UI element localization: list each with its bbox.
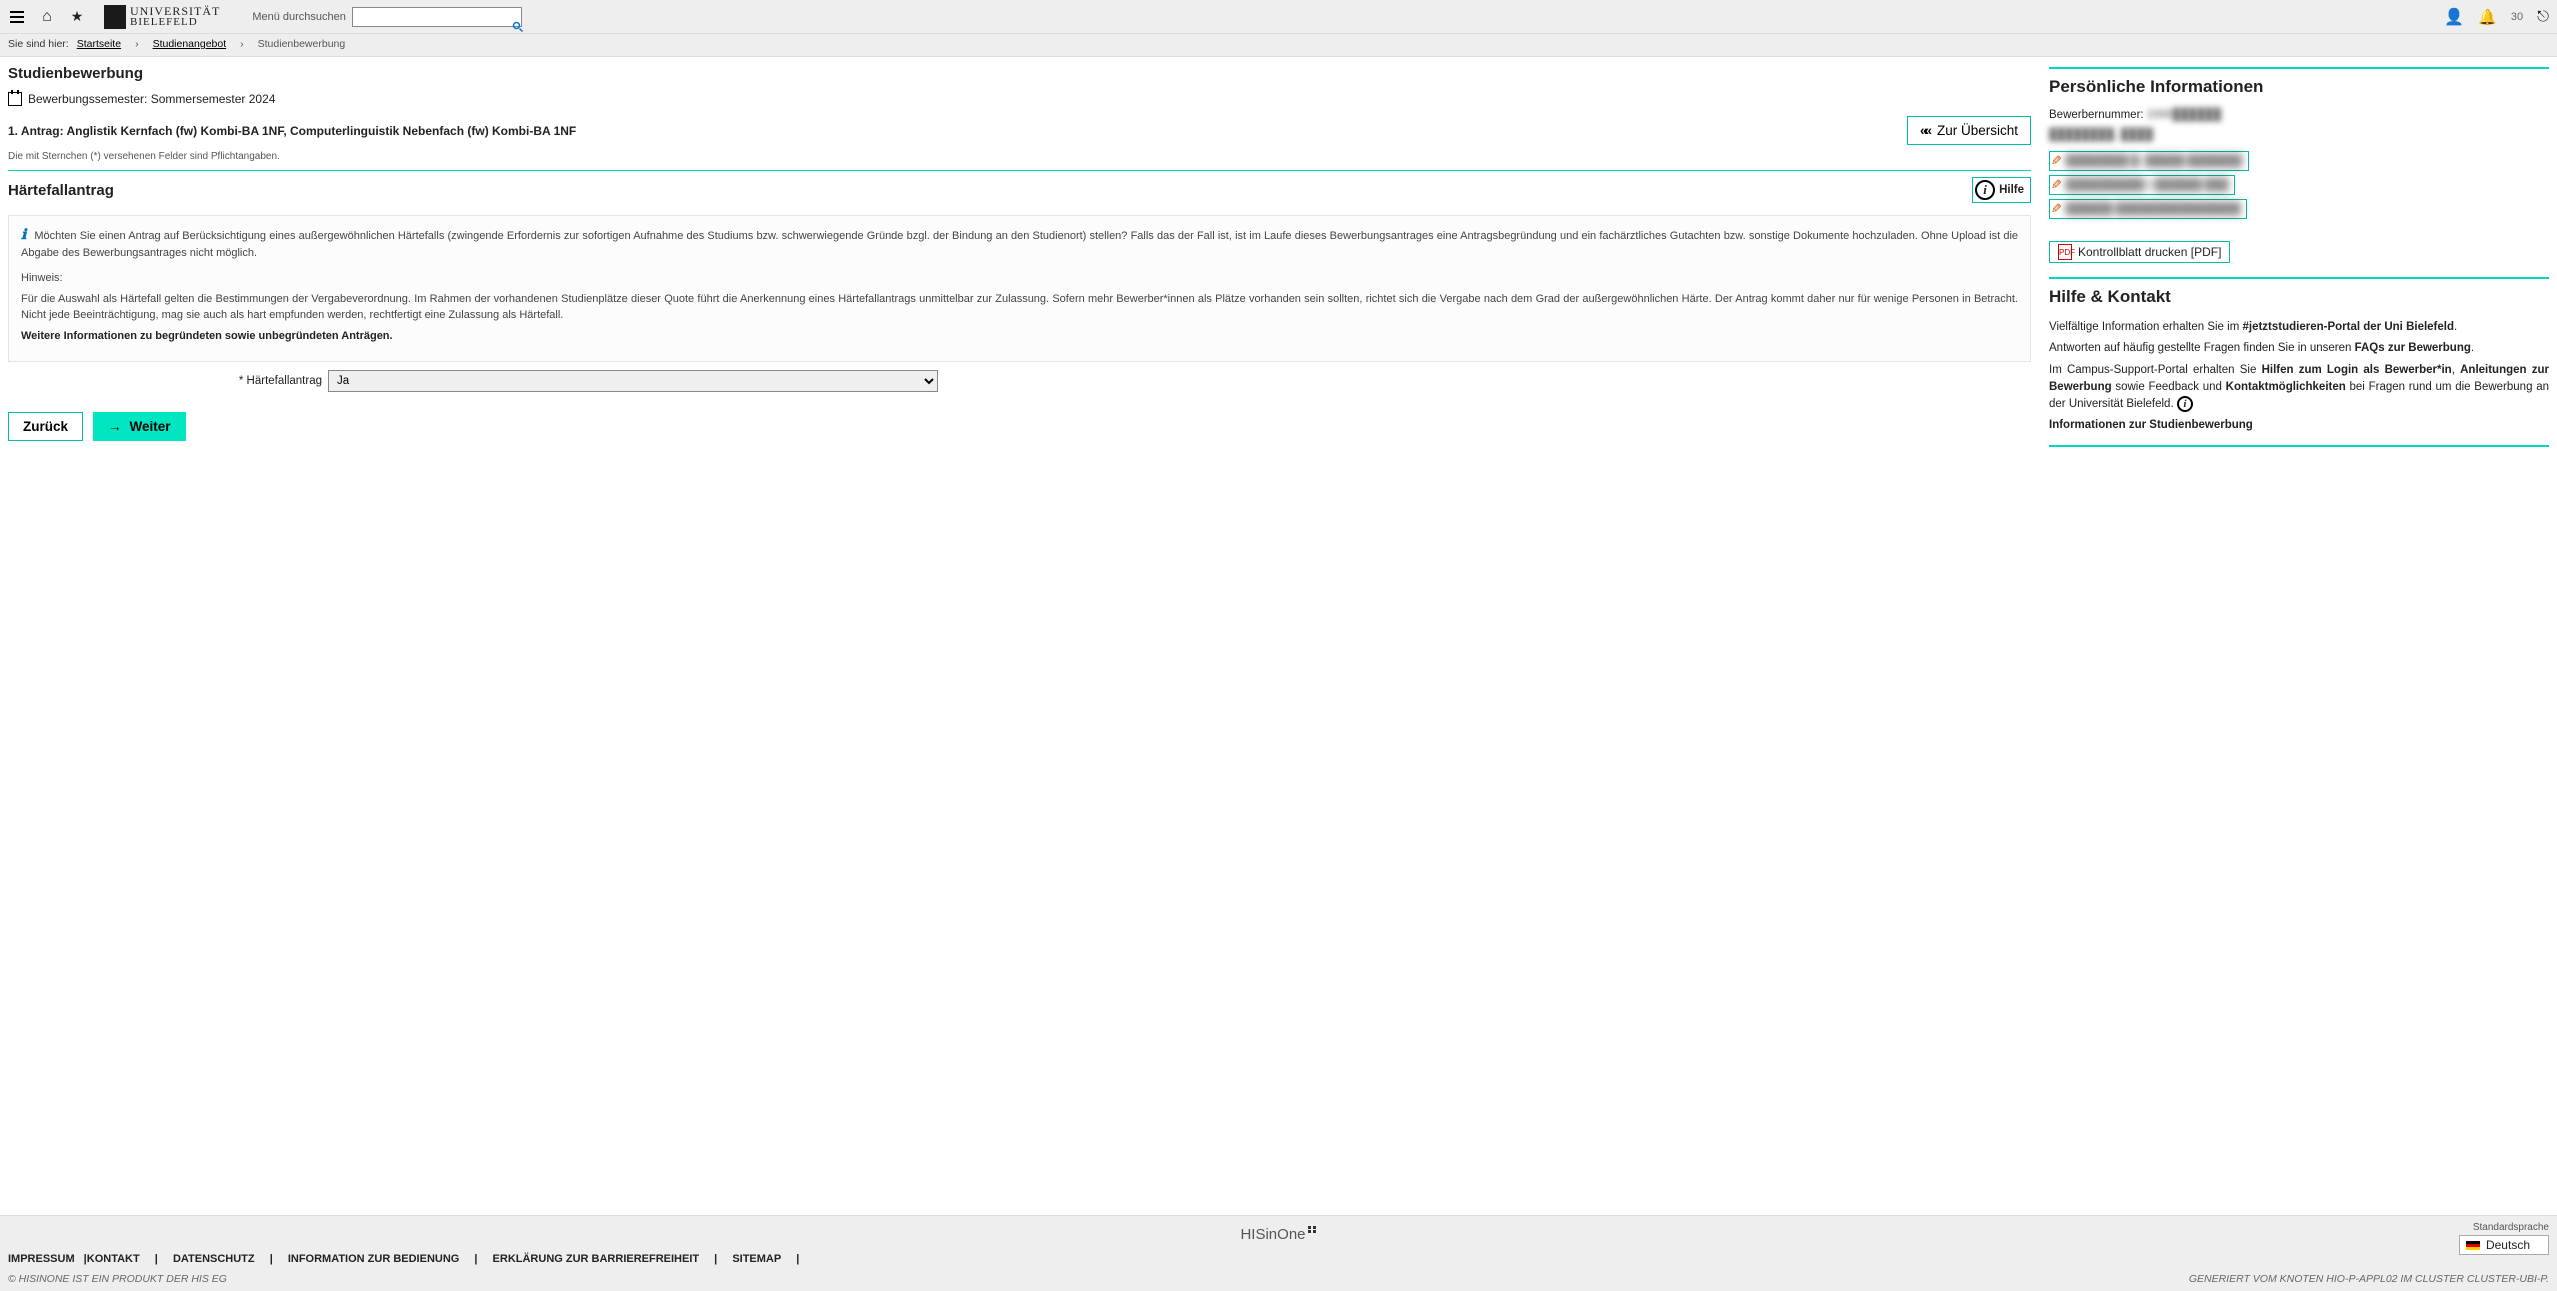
hardship-select[interactable]: Ja [328,370,938,392]
pdf-icon: PDF [2058,244,2072,260]
footer-copyright: © HISINONE IST EIN PRODUKT DER HIS EG [8,1273,227,1285]
link-studienbewerbung-info[interactable]: Informationen zur Studienbewerbung [2049,419,2253,431]
breadcrumb-current: Studienbewerbung [258,38,346,50]
edit-email-link[interactable]: ✎██████████@██████.███ [2049,175,2235,195]
application-title: 1. Antrag: Anglistik Kernfach (fw) Kombi… [8,124,1907,138]
help-contact-title: Hilfe & Kontakt [2049,287,2549,307]
topbar: ⌂ ★ UNIVERSITÄT BIELEFELD Menü durchsuch… [0,0,2557,34]
edit-phone-link[interactable]: ✎██████ ████████████████ [2049,199,2247,219]
footer-link-datenschutz[interactable]: DATENSCHUTZ [173,1253,255,1265]
overview-button-label: Zur Übersicht [1937,123,2018,138]
pencil-icon: ✎ [2051,201,2062,217]
arrow-right-icon: → [108,419,122,434]
search-label: Menü durchsuchen [252,11,346,23]
help-button[interactable]: i Hilfe [1972,177,2031,203]
main-content: Studienbewerbung Bewerbungssemester: Som… [8,61,2031,1195]
info-icon-inline[interactable]: i [2177,396,2193,412]
mandatory-note: Die mit Sternchen (*) versehenen Felder … [8,151,2031,162]
overview-button[interactable]: «« Zur Übersicht [1907,116,2031,145]
personal-info-title: Persönliche Informationen [2049,77,2549,97]
footer-link-barrierefreiheit[interactable]: ERKLÄRUNG ZUR BARRIEREFREIHEIT [493,1253,700,1265]
language-selector: Standardsprache Deutsch [2459,1222,2549,1255]
user-icon[interactable]: 👤 [2444,7,2464,27]
semester-text: Bewerbungssemester: Sommersemester 2024 [28,92,275,106]
hardship-field-row: * Härtefallantrag Ja [8,370,2031,392]
bell-icon[interactable]: 🔔 [2478,8,2497,26]
info-icon-small: ℹ [21,228,26,243]
menu-icon[interactable] [8,0,26,34]
sidebar: Persönliche Informationen Bewerbernummer… [2049,61,2549,1195]
language-label: Standardsprache [2459,1222,2549,1233]
home-icon[interactable]: ⌂ [38,0,56,34]
topbar-right: 👤 🔔 30 ⎋ [2444,7,2549,27]
hint-p2: Für die Auswahl als Härtefall gelten die… [21,292,2018,323]
semester-line: Bewerbungssemester: Sommersemester 2024 [8,92,2031,106]
pencil-icon: ✎ [2051,177,2062,193]
star-icon[interactable]: ★ [68,0,86,34]
link-login-help[interactable]: Hilfen zum Login als Bewerber*in [2262,364,2452,376]
hardship-field-label: * Härtefallantrag [8,375,328,387]
footer-node-info: GENERIERT VOM KNOTEN HIO-P-APPL02 IM CLU… [2189,1273,2549,1285]
logo-mark [104,5,126,29]
info-icon: i [1975,180,1995,200]
footer-link-bedienung[interactable]: INFORMATION ZUR BEDIENUNG [288,1253,460,1265]
language-dropdown[interactable]: Deutsch [2459,1235,2549,1255]
breadcrumb-link-offer[interactable]: Studienangebot [153,38,227,50]
hint-p3: Weitere Informationen zu begründeten sow… [21,330,393,342]
breadcrumb-link-home[interactable]: Startseite [77,38,121,50]
help-section: Vielfältige Information erhalten Sie im … [2049,319,2549,435]
flag-de-icon [2466,1241,2480,1250]
next-button-label: Weiter [130,419,171,434]
applicant-name: ████████, ████ [2049,129,2549,141]
edit-address-link[interactable]: ✎████████ █, █████ ███████ [2049,151,2249,171]
page-title: Studienbewerbung [8,65,2031,82]
logo[interactable]: UNIVERSITÄT BIELEFELD [104,5,220,29]
print-pdf-label: Kontrollblatt drucken [PDF] [2078,245,2221,259]
link-kontakt[interactable]: Kontaktmöglichkeiten [2226,381,2346,393]
applicant-number: Bewerbernummer: 1000██████ [2049,109,2549,121]
footer-link-impressum[interactable]: IMPRESSUM [8,1253,75,1265]
back-button[interactable]: Zurück [8,412,83,441]
link-jetztstudieren[interactable]: #jetztstudieren-Portal der Uni Bielefeld [2242,321,2454,333]
menu-search: Menü durchsuchen [252,7,522,27]
search-icon[interactable] [512,21,524,33]
footer-link-kontakt[interactable]: KONTAKT [87,1253,140,1265]
hint-box: ℹMöchten Sie einen Antrag auf Berücksich… [8,215,2031,362]
section-title: Härtefallantrag [8,182,1972,199]
logout-icon[interactable]: ⎋ [2537,8,2549,25]
help-button-label: Hilfe [1999,184,2024,196]
hint-p2-label: Hinweis: [21,271,2018,286]
topbar-left: ⌂ ★ UNIVERSITÄT BIELEFELD Menü durchsuch… [8,0,522,34]
print-pdf-link[interactable]: PDF Kontrollblatt drucken [PDF] [2049,241,2230,263]
link-faq[interactable]: FAQs zur Bewerbung [2355,342,2471,354]
calendar-icon [8,92,22,106]
breadcrumb-label: Sie sind hier: [8,38,69,50]
chevron-left-double-icon: «« [1920,123,1929,138]
logo-text: UNIVERSITÄT BIELEFELD [130,5,220,28]
pencil-icon: ✎ [2051,153,2062,169]
footer-brand: HISinOne [0,1222,2557,1249]
notification-count[interactable]: 30 [2511,11,2523,23]
footer: HISinOne Standardsprache Deutsch IMPRESS… [0,1215,2557,1291]
hint-p1: Möchten Sie einen Antrag auf Berücksicht… [21,230,2018,259]
search-input[interactable] [352,7,522,27]
breadcrumb: Sie sind hier: Startseite Studienangebot… [0,34,2557,57]
footer-links: IMPRESSUM |KONTAKT DATENSCHUTZ INFORMATI… [0,1249,2557,1269]
footer-link-sitemap[interactable]: SITEMAP [732,1253,781,1265]
next-button[interactable]: → Weiter [93,412,186,441]
